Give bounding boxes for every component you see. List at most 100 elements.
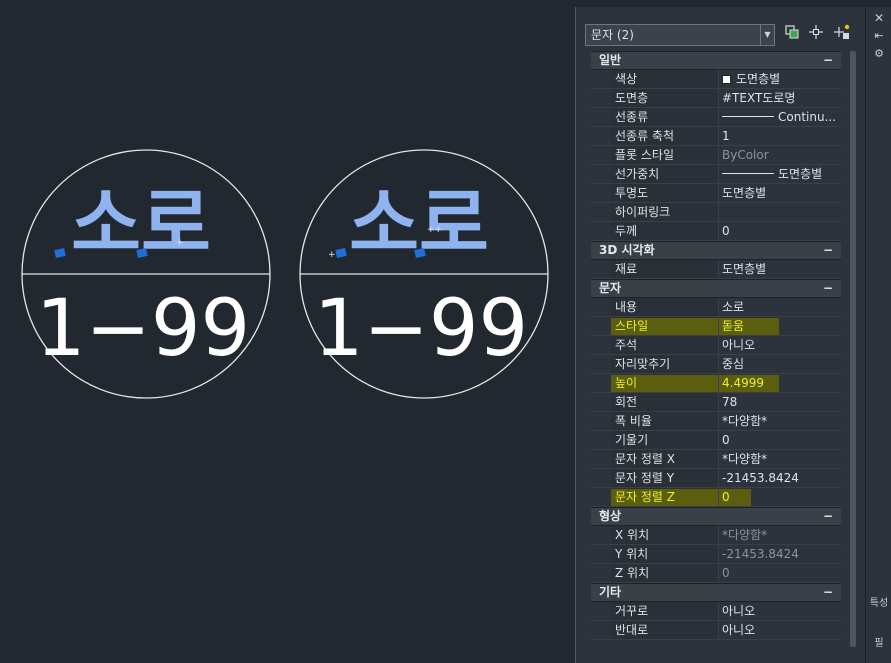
property-row[interactable]: 재료 도면층별 <box>591 260 841 279</box>
property-scrollbar[interactable] <box>849 51 857 647</box>
property-value-text: 0 <box>722 433 730 447</box>
collapse-icon[interactable]: − <box>823 508 833 525</box>
property-value-text: 도면층별 <box>722 262 767 276</box>
property-value[interactable]: 0 <box>719 488 841 506</box>
property-row[interactable]: 투명도 도면층별 <box>591 184 841 203</box>
settings-icon[interactable]: ⚙ <box>866 47 891 61</box>
drawing-1[interactable]: 소로 1−99 + <box>21 149 271 399</box>
cursor-marker: ++ <box>427 225 442 235</box>
property-row[interactable]: 내용 소로 <box>591 298 841 317</box>
property-row[interactable]: X 위치 *다양함* <box>591 526 841 545</box>
property-value[interactable]: 0 <box>719 564 841 582</box>
property-name-text: 문자 정렬 Y <box>615 471 675 485</box>
quick-select-button[interactable] <box>831 24 853 46</box>
property-row[interactable]: 하이퍼링크 <box>591 203 841 222</box>
property-value[interactable]: -21453.8424 <box>719 469 841 487</box>
property-row[interactable]: 문자 정렬 X *다양함* <box>591 450 841 469</box>
property-value[interactable]: *다양함* <box>719 526 841 544</box>
category-header[interactable]: 일반 − <box>591 51 841 70</box>
property-name: 높이 <box>611 374 719 392</box>
property-row[interactable]: 높이 4.4999 <box>591 374 841 393</box>
properties-palette: 문자 (2) ▼ 일반 − 색상 도면층별 도면층 #TEXT도로명 선종류 C… <box>575 7 891 663</box>
property-value[interactable]: *다양함* <box>719 412 841 430</box>
property-value[interactable] <box>719 203 841 221</box>
category-header[interactable]: 형상 − <box>591 507 841 526</box>
property-value[interactable]: -21453.8424 <box>719 545 841 563</box>
property-row[interactable]: 선종류 축척 1 <box>591 127 841 146</box>
text-lot-number[interactable]: 1−99 <box>36 284 250 374</box>
select-objects-button[interactable] <box>805 24 827 46</box>
property-row[interactable]: 선가중치 도면층별 <box>591 165 841 184</box>
property-name-text: 폭 비율 <box>615 414 652 428</box>
property-value[interactable]: 소로 <box>719 298 841 316</box>
property-value[interactable]: 78 <box>719 393 841 411</box>
property-row[interactable]: 선종류 Continu... <box>591 108 841 127</box>
category-header[interactable]: 3D 시각화 − <box>591 241 841 260</box>
property-value[interactable]: 아니오 <box>719 336 841 354</box>
property-name-text: 선가중치 <box>615 167 660 181</box>
property-name-text: 반대로 <box>615 623 649 637</box>
property-row[interactable]: 거꾸로 아니오 <box>591 602 841 621</box>
property-value[interactable]: 아니오 <box>719 602 841 620</box>
property-value[interactable]: ByColor <box>719 146 841 164</box>
property-value[interactable]: 0 <box>719 222 841 240</box>
property-value[interactable]: 1 <box>719 127 841 145</box>
drawing-canvas[interactable]: 소로 1−99 + 소로 1−99 + ++ <box>0 0 575 663</box>
property-row[interactable]: 폭 비율 *다양함* <box>591 412 841 431</box>
property-name-text: X 위치 <box>615 528 650 542</box>
collapse-icon[interactable]: − <box>823 584 833 601</box>
collapse-icon[interactable]: − <box>823 242 833 259</box>
property-name: Y 위치 <box>611 545 719 563</box>
scrollbar-thumb[interactable] <box>850 51 856 647</box>
text-lot-number[interactable]: 1−99 <box>314 284 528 374</box>
category-header[interactable]: 문자 − <box>591 279 841 298</box>
property-value[interactable]: 도면층별 <box>719 70 841 88</box>
autohide-icon[interactable]: ⇤ <box>866 29 891 43</box>
property-row[interactable]: 자리맞추기 중심 <box>591 355 841 374</box>
close-icon[interactable]: ✕ <box>866 11 891 25</box>
property-row[interactable]: 문자 정렬 Y -21453.8424 <box>591 469 841 488</box>
collapse-icon[interactable]: − <box>823 52 833 69</box>
row-gutter <box>591 336 611 354</box>
property-value[interactable]: 0 <box>719 431 841 449</box>
grip-point[interactable] <box>335 248 347 258</box>
property-row[interactable]: 주석 아니오 <box>591 336 841 355</box>
property-value[interactable]: 중심 <box>719 355 841 373</box>
property-name-text: 문자 정렬 Z <box>615 490 676 504</box>
property-value[interactable]: 도면층별 <box>719 184 841 202</box>
property-value[interactable]: 돋움 <box>719 317 841 335</box>
property-row[interactable]: 문자 정렬 Z 0 <box>591 488 841 507</box>
object-type-label: 문자 (2) <box>591 28 634 42</box>
property-value[interactable]: 아니오 <box>719 621 841 639</box>
property-row[interactable]: 색상 도면층별 <box>591 70 841 89</box>
property-name-text: 회전 <box>615 395 638 409</box>
property-value[interactable]: *다양함* <box>719 450 841 468</box>
property-row[interactable]: 플롯 스타일 ByColor <box>591 146 841 165</box>
category-title: 일반 <box>599 53 622 67</box>
property-name: 플롯 스타일 <box>611 146 719 164</box>
category-title: 기타 <box>599 585 622 599</box>
chevron-down-icon[interactable]: ▼ <box>760 25 774 45</box>
property-value[interactable]: 도면층별 <box>719 260 841 278</box>
property-value[interactable]: #TEXT도로명 <box>719 89 841 107</box>
property-row[interactable]: 스타일 돋움 <box>591 317 841 336</box>
category-header[interactable]: 기타 − <box>591 583 841 602</box>
object-type-dropdown[interactable]: 문자 (2) ▼ <box>585 24 775 46</box>
property-row[interactable]: 회전 78 <box>591 393 841 412</box>
property-name: 주석 <box>611 336 719 354</box>
collapse-icon[interactable]: − <box>823 280 833 297</box>
drawing-2[interactable]: 소로 1−99 + ++ <box>299 149 549 399</box>
selection-toolbar: 문자 (2) ▼ <box>585 24 853 46</box>
property-row[interactable]: Y 위치 -21453.8424 <box>591 545 841 564</box>
property-row[interactable]: 두께 0 <box>591 222 841 241</box>
property-row[interactable]: 도면층 #TEXT도로명 <box>591 89 841 108</box>
grip-point[interactable] <box>54 248 66 258</box>
property-value[interactable]: 도면층별 <box>719 165 841 183</box>
property-value[interactable]: 4.4999 <box>719 374 841 392</box>
property-row[interactable]: 반대로 아니오 <box>591 621 841 640</box>
toggle-pickadd-button[interactable] <box>781 24 803 46</box>
property-value[interactable]: Continu... <box>719 108 841 126</box>
row-gutter <box>591 70 611 88</box>
property-row[interactable]: 기울기 0 <box>591 431 841 450</box>
property-row[interactable]: Z 위치 0 <box>591 564 841 583</box>
